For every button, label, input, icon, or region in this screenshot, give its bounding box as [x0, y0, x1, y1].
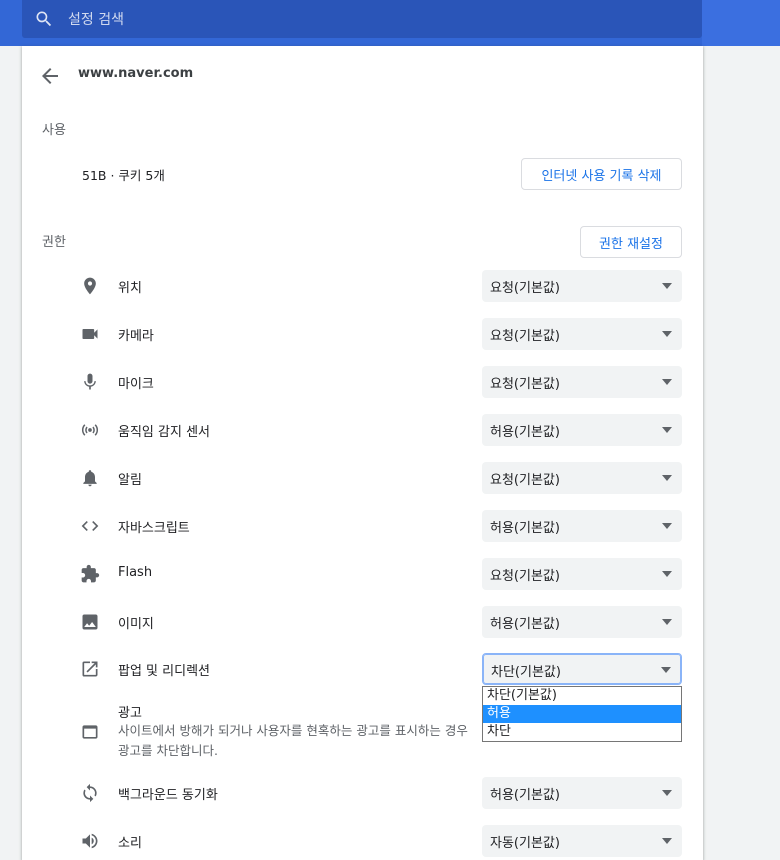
select-value: 요청(기본값): [490, 473, 560, 488]
javascript-select[interactable]: 허용(기본값): [482, 510, 682, 542]
dropdown-arrow-icon: [662, 838, 672, 844]
dropdown-arrow-icon: [662, 571, 672, 577]
puzzle-icon: [80, 564, 100, 584]
camera-icon: [80, 324, 100, 344]
permission-row-images: 이미지 허용(기본값): [22, 606, 703, 638]
select-value: 요청(기본값): [490, 281, 560, 296]
dropdown-arrow-icon: [662, 619, 672, 625]
permission-label: 이미지: [118, 617, 154, 632]
site-settings-card: www.naver.com 사용 51B · 쿠키 5개 인터넷 사용 기록 삭…: [22, 46, 703, 860]
permission-row-location: 위치 요청(기본값): [22, 270, 703, 302]
camera-select[interactable]: 요청(기본값): [482, 318, 682, 350]
notifications-select[interactable]: 요청(기본값): [482, 462, 682, 494]
select-value: 허용(기본값): [490, 425, 560, 440]
back-arrow-icon[interactable]: [38, 64, 62, 88]
location-pin-icon: [80, 276, 100, 296]
image-icon: [80, 612, 100, 632]
permission-row-camera: 카메라 요청(기본값): [22, 318, 703, 350]
select-value: 자동(기본값): [490, 836, 560, 851]
reset-permissions-button[interactable]: 권한 재설정: [580, 226, 682, 258]
ads-title: 광고: [118, 706, 142, 721]
usage-text: 51B · 쿠키 5개: [82, 168, 165, 183]
flash-select[interactable]: 요청(기본값): [482, 558, 682, 590]
permission-row-sensors: 움직임 감지 센서 허용(기본값): [22, 414, 703, 446]
microphone-select[interactable]: 요청(기본값): [482, 366, 682, 398]
dropdown-arrow-icon: [662, 475, 672, 481]
select-value: 차단(기본값): [491, 665, 561, 680]
sound-select[interactable]: 자동(기본값): [482, 825, 682, 857]
permission-label: 움직임 감지 센서: [118, 425, 210, 440]
usage-section-label: 사용: [42, 123, 66, 138]
location-select[interactable]: 요청(기본값): [482, 270, 682, 302]
permissions-section-label: 권한: [42, 235, 66, 250]
permission-label: 백그라운드 동기화: [118, 788, 218, 803]
dropdown-option-highlighted[interactable]: 허용: [483, 705, 681, 723]
select-value: 요청(기본값): [490, 377, 560, 392]
dropdown-arrow-icon: [662, 523, 672, 529]
dropdown-arrow-icon: [661, 667, 671, 673]
dropdown-arrow-icon: [662, 283, 672, 289]
sync-icon: [80, 783, 100, 803]
dropdown-option[interactable]: 차단(기본값): [483, 687, 681, 705]
select-value: 허용(기본값): [490, 788, 560, 803]
permission-label: Flash: [118, 565, 153, 580]
select-value: 허용(기본값): [490, 617, 560, 632]
speaker-icon: [80, 831, 100, 851]
popups-dropdown-list: 차단(기본값) 허용 차단: [482, 686, 682, 742]
permission-label: 카메라: [118, 329, 154, 344]
permission-row-sound: 소리 자동(기본값): [22, 825, 703, 857]
sensors-icon: [80, 420, 100, 440]
top-bar-right: [702, 0, 780, 46]
dropdown-arrow-icon: [662, 379, 672, 385]
code-icon: [80, 516, 100, 536]
dropdown-arrow-icon: [662, 790, 672, 796]
permission-row-notifications: 알림 요청(기본값): [22, 462, 703, 494]
search-icon: [34, 9, 54, 29]
permission-label: 마이크: [118, 377, 154, 392]
popups-select[interactable]: 차단(기본값): [482, 653, 682, 685]
permission-row-microphone: 마이크 요청(기본값): [22, 366, 703, 398]
permission-row-flash: Flash 요청(기본값): [22, 558, 703, 590]
permission-label: 알림: [118, 473, 142, 488]
clear-browsing-data-button[interactable]: 인터넷 사용 기록 삭제: [521, 158, 682, 190]
permission-row-javascript: 자바스크립트 허용(기본값): [22, 510, 703, 542]
images-select[interactable]: 허용(기본값): [482, 606, 682, 638]
dropdown-option[interactable]: 차단: [483, 723, 681, 741]
permission-label: 팝업 및 리디렉션: [118, 664, 210, 679]
dropdown-arrow-icon: [662, 331, 672, 337]
search-input[interactable]: 설정 검색: [68, 9, 124, 29]
ads-window-icon: [80, 722, 100, 742]
permission-row-popups: 팝업 및 리디렉션 차단(기본값): [22, 653, 703, 685]
ads-description: 사이트에서 방해가 되거나 사용자를 현혹하는 광고를 표시하는 경우 광고를 …: [118, 723, 468, 758]
permission-row-background-sync: 백그라운드 동기화 허용(기본값): [22, 777, 703, 809]
permission-label: 소리: [118, 836, 142, 851]
sensors-select[interactable]: 허용(기본값): [482, 414, 682, 446]
permission-label: 자바스크립트: [118, 521, 190, 536]
permission-label: 위치: [118, 281, 142, 296]
open-in-new-icon: [80, 659, 100, 679]
dropdown-arrow-icon: [662, 427, 672, 433]
microphone-icon: [80, 372, 100, 392]
select-value: 요청(기본값): [490, 329, 560, 344]
background-sync-select[interactable]: 허용(기본값): [482, 777, 682, 809]
site-title: www.naver.com: [78, 66, 194, 81]
search-box[interactable]: 설정 검색: [22, 0, 702, 38]
bell-icon: [80, 468, 100, 488]
select-value: 허용(기본값): [490, 521, 560, 536]
select-value: 요청(기본값): [490, 569, 560, 584]
